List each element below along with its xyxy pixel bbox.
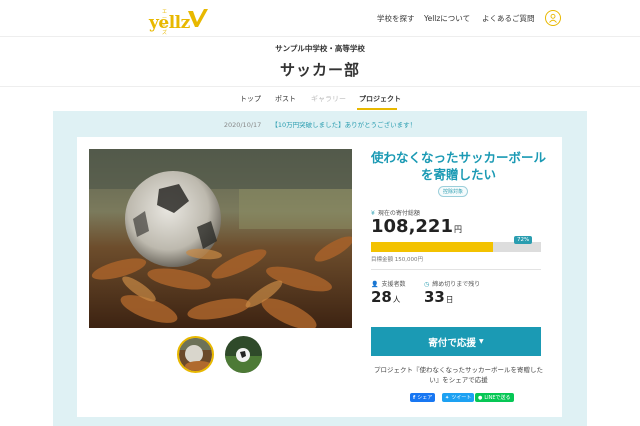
notice-bar: 2020/10/17 【10万円突破しました】ありがとうございます！ (53, 119, 587, 129)
twitter-share-label: ツイート (451, 395, 472, 401)
thumbnail-1[interactable] (177, 336, 214, 373)
logo-mark-icon (188, 9, 208, 27)
active-tab-underline (357, 108, 397, 110)
stats-divider (371, 269, 541, 270)
progress-bar-fill (371, 242, 494, 252)
project-title: 使わなくなったサッカーボールを寄贈したい (371, 150, 547, 182)
facebook-share-label: シェア (417, 395, 433, 401)
nav-faq[interactable]: よくあるご質問 (482, 13, 535, 24)
facebook-share-button[interactable]: f シェア (410, 393, 436, 402)
line-share-button[interactable]: ● LINEで送る (475, 393, 514, 402)
tax-deduction-badge: 控除対象 (438, 186, 469, 197)
thumbnail-image (225, 336, 262, 373)
nav-about[interactable]: Yellzについて (424, 13, 470, 24)
notice-date: 2020/10/17 (223, 121, 262, 129)
days-value: 33 (424, 288, 445, 306)
tab-gallery: ギャラリー (311, 95, 346, 103)
thumbnail-2[interactable] (225, 336, 262, 373)
twitter-share-button[interactable]: ✦ ツイート (442, 393, 475, 402)
clock-icon: ◷ (424, 281, 430, 288)
amount-unit: 円 (453, 225, 462, 234)
donate-button[interactable]: 寄付で応援 ▼ (371, 327, 541, 356)
twitter-icon: ✦ (445, 394, 450, 401)
days-left-label: ◷ 締め切りまで残り (424, 279, 480, 288)
tab-project[interactable]: プロジェクト (359, 94, 401, 104)
notice-message[interactable]: 【10万円突破しました】ありがとうございます！ (271, 121, 416, 129)
supporters-label: 👤 支援者数 (371, 279, 406, 288)
supporters-label-text: 支援者数 (381, 281, 406, 288)
facebook-icon: f (413, 394, 416, 401)
club-tabs: トップ ポスト ギャラリー プロジェクト (0, 86, 640, 110)
user-icon[interactable] (545, 10, 561, 26)
progress-percent: 72% (514, 236, 533, 244)
tab-post[interactable]: ポスト (275, 94, 296, 104)
user-silhouette-icon (549, 13, 557, 23)
amount-display: 108,221円 (371, 216, 462, 237)
nav-find-school[interactable]: 学校を探す (377, 13, 415, 24)
club-name: サッカー部 (279, 61, 360, 79)
days-left-count: 33日 (424, 288, 453, 306)
logo-text: yellz (149, 13, 190, 33)
share-prompt: プロジェクト『使わなくなったサッカーボールを寄贈したい』をシェアで応援 (374, 366, 543, 384)
supporters-unit: 人 (392, 295, 401, 304)
caret-down-icon: ▼ (478, 338, 484, 345)
donate-button-label: 寄付で応援 (428, 337, 476, 349)
soccer-ball-leaves-image (89, 149, 352, 328)
goal-amount: 目標金額 150,000円 (371, 257, 423, 263)
site-header: エールズ yellz 学校を探す Yellzについて よくあるご質問 (0, 0, 640, 36)
amount-value: 108,221 (371, 216, 453, 237)
line-icon: ● (478, 394, 483, 401)
school-name: サンプル中学校・高等学校 (275, 44, 365, 53)
project-main-photo (89, 149, 352, 328)
line-share-label: LINEで送る (484, 395, 511, 401)
yellz-logo[interactable]: エールズ yellz (74, 4, 208, 36)
tab-top[interactable]: トップ (240, 94, 261, 104)
supporters-value: 28 (371, 288, 392, 306)
header-divider (0, 36, 640, 37)
person-icon: 👤 (371, 281, 379, 288)
days-label-text: 締め切りまで残り (432, 281, 481, 288)
supporters-count: 28人 (371, 288, 400, 306)
days-unit: 日 (445, 295, 454, 304)
